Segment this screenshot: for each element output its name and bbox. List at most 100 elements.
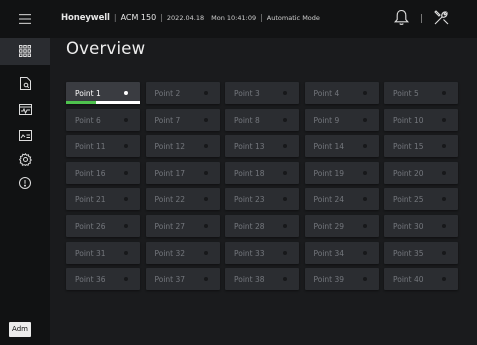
status-dot-icon <box>124 144 128 149</box>
point-tile[interactable]: Point 20 <box>384 161 458 184</box>
event-list-icon[interactable] <box>9 96 41 122</box>
point-tile[interactable]: Point 15 <box>384 135 458 158</box>
point-label: Point 39 <box>313 275 345 285</box>
status-dot-icon <box>203 144 208 149</box>
date-text: 2022.04.18 <box>166 14 205 22</box>
point-label: Point 32 <box>154 248 186 258</box>
point-label: Point 11 <box>75 142 106 152</box>
point-tile[interactable]: Point 3 <box>225 82 299 104</box>
point-tile[interactable]: Point 12 <box>145 135 220 158</box>
grid-dashboard-icon[interactable] <box>9 38 41 64</box>
point-tile[interactable]: Point 25 <box>384 188 458 211</box>
point-label: Point 37 <box>154 275 186 285</box>
hamburger-menu-icon[interactable] <box>9 6 41 32</box>
point-label: Point 2 <box>154 89 181 98</box>
status-dot-icon <box>283 277 287 282</box>
settings-gear-icon[interactable] <box>9 146 41 172</box>
point-label: Point 29 <box>313 222 345 231</box>
status-dot-icon <box>283 197 287 202</box>
tools-settings-icon[interactable] <box>433 9 450 30</box>
point-label: Point 9 <box>313 115 340 125</box>
alert-circle-icon[interactable] <box>9 170 41 196</box>
status-dot-icon <box>124 117 128 122</box>
point-tile[interactable]: Point 24 <box>304 188 379 211</box>
point-tile[interactable]: Point 39 <box>304 268 379 291</box>
status-dot-icon <box>442 277 446 282</box>
point-tile[interactable]: Point 2 <box>145 82 220 104</box>
point-label: Point 28 <box>234 222 265 231</box>
document-search-icon[interactable] <box>9 70 41 96</box>
point-label: Point 34 <box>313 248 345 258</box>
status-dot-icon <box>283 250 287 255</box>
point-tile[interactable]: Point 9 <box>304 108 379 131</box>
status-dot-icon <box>283 117 287 122</box>
point-tile[interactable]: Point 32 <box>145 241 220 264</box>
point-tile[interactable]: Point 11 <box>66 135 140 158</box>
point-label: Point 21 <box>75 195 106 205</box>
status-dot-icon <box>362 91 367 95</box>
point-tile[interactable]: Point 22 <box>145 188 220 211</box>
point-tile[interactable]: Point 23 <box>225 188 299 211</box>
page-title: Overview <box>66 39 146 58</box>
point-label: Point 38 <box>234 275 265 285</box>
point-label: Point 20 <box>393 168 424 178</box>
point-tile[interactable]: Point 27 <box>145 215 220 237</box>
point-tile[interactable]: Point 8 <box>225 108 299 131</box>
point-tile[interactable]: Point 34 <box>304 241 379 264</box>
point-tile[interactable]: Point 28 <box>225 215 299 237</box>
sidebar: Adm <box>0 0 50 345</box>
point-label: Point 7 <box>154 115 181 125</box>
point-label: Point 18 <box>234 168 265 178</box>
point-tile[interactable]: Point 30 <box>384 215 458 237</box>
point-tile[interactable]: Point 37 <box>145 268 220 291</box>
status-dot-icon <box>124 91 128 95</box>
point-tile[interactable]: Point 33 <box>225 241 299 264</box>
point-tile[interactable]: Point 19 <box>304 161 379 184</box>
point-tile[interactable]: Point 6 <box>66 108 140 131</box>
point-tile[interactable]: Point 5 <box>384 82 458 104</box>
point-tile[interactable]: Point 35 <box>384 241 458 264</box>
point-tile[interactable]: Point 31 <box>66 241 140 264</box>
point-label: Point 13 <box>234 142 265 152</box>
point-tile[interactable]: Point 1 <box>66 82 140 104</box>
point-tile[interactable]: Point 26 <box>66 215 140 237</box>
point-tile[interactable]: Point 17 <box>145 161 220 184</box>
point-tile[interactable]: Point 16 <box>66 161 140 184</box>
point-tile[interactable]: Point 40 <box>384 268 458 291</box>
point-label: Point 19 <box>313 168 345 178</box>
point-tile[interactable]: Point 21 <box>66 188 140 211</box>
point-label: Point 40 <box>393 275 424 285</box>
report-chart-icon[interactable] <box>9 122 41 148</box>
point-tile[interactable]: Point 4 <box>304 82 379 104</box>
point-tile[interactable]: Point 10 <box>384 108 458 131</box>
point-tile[interactable]: Point 7 <box>145 108 220 131</box>
point-label: Point 5 <box>393 89 419 98</box>
user-badge[interactable]: Adm <box>9 322 31 337</box>
point-label: Point 25 <box>393 195 424 205</box>
point-tile[interactable]: Point 29 <box>304 215 379 237</box>
point-tile[interactable]: Point 18 <box>225 161 299 184</box>
point-label: Point 15 <box>393 142 424 152</box>
point-tile[interactable]: Point 38 <box>225 268 299 291</box>
status-dot-icon <box>362 250 367 255</box>
status-dot-icon <box>442 250 446 255</box>
point-tile[interactable]: Point 36 <box>66 268 140 291</box>
status-dot-icon <box>124 197 128 202</box>
header-divider <box>421 14 422 23</box>
status-dot-icon <box>203 250 208 255</box>
point-label: Point 26 <box>75 222 106 231</box>
status-dot-icon <box>203 170 208 175</box>
point-tile[interactable]: Point 14 <box>304 135 379 158</box>
status-dot-icon <box>283 170 287 175</box>
point-label: Point 12 <box>154 142 186 152</box>
point-tile[interactable]: Point 13 <box>225 135 299 158</box>
status-dot-icon <box>203 117 208 122</box>
point-label: Point 1 <box>75 89 101 98</box>
status-dot-icon <box>362 197 367 202</box>
status-dot-icon <box>124 250 128 255</box>
header-info: Honeywell | ACM 150 | 2022.04.18 Mon 10:41:09… <box>61 13 320 23</box>
top-bar: Honeywell | ACM 150 | 2022.04.18 Mon 10:41:09… <box>50 0 477 38</box>
status-bar-white <box>96 101 140 104</box>
point-label: Point 14 <box>313 142 345 152</box>
notification-bell-icon[interactable] <box>393 9 410 30</box>
